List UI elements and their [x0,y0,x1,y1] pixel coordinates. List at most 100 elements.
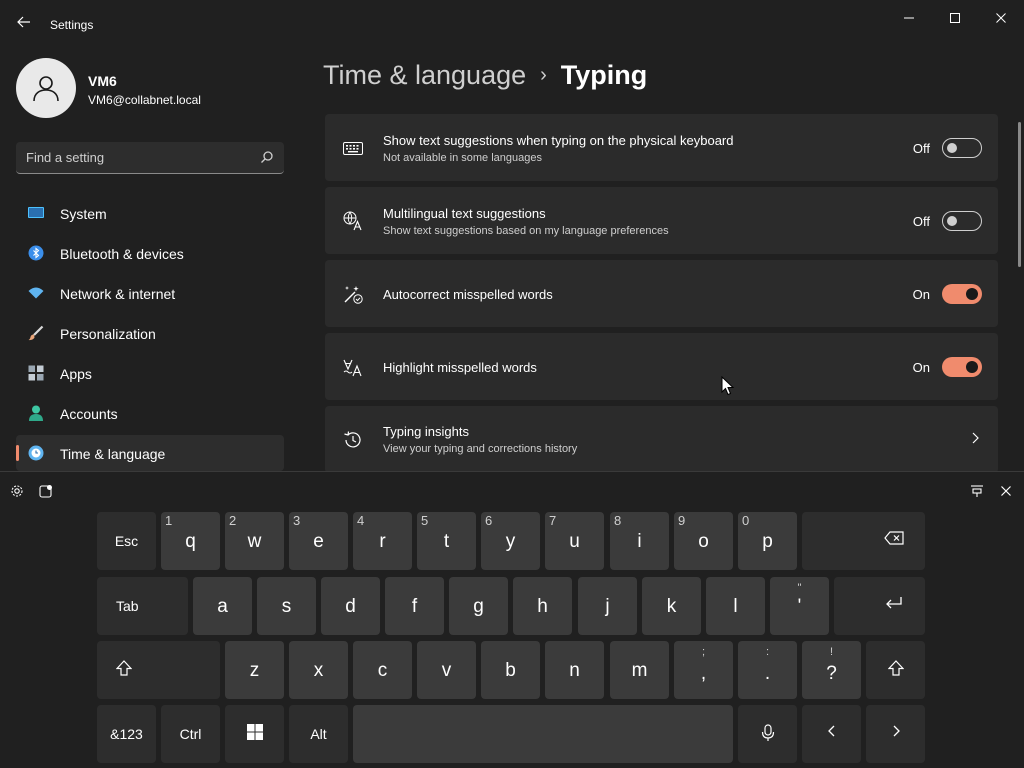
settings-gear-icon[interactable] [7,481,27,501]
key-h[interactable]: h [513,577,572,635]
breadcrumb-separator: › [540,64,547,86]
key-n[interactable]: n [545,641,604,699]
keyboard-icon [343,142,363,155]
key-l[interactable]: l [706,577,765,635]
sidebar-item-network[interactable]: Network & internet [16,275,284,311]
toggle-state-label: Off [912,214,930,229]
emoji-panel-icon[interactable] [36,481,56,501]
physical-keyboard-suggestions-toggle[interactable] [942,138,982,158]
key-b[interactable]: b [481,641,540,699]
minimize-icon[interactable] [886,8,932,28]
sidebar-item-accounts[interactable]: Accounts [16,395,284,431]
autocorrect-toggle[interactable] [942,284,982,304]
sidebar-item-time-language[interactable]: Time & language [16,435,284,471]
setting-title: Typing insights [383,424,469,439]
app-title: Settings [50,18,94,32]
highlight-text-icon [343,359,362,377]
key-period[interactable]: :. [738,641,797,699]
key-y[interactable]: 6y [481,512,540,570]
key-w[interactable]: 2w [225,512,284,570]
windows-logo-icon [225,724,284,740]
key-m[interactable]: m [610,641,669,699]
key-comma[interactable]: ;, [674,641,733,699]
setting-title: Highlight misspelled words [383,360,537,375]
maximize-icon[interactable] [932,8,978,28]
setting-title: Show text suggestions when typing on the… [383,133,734,148]
key-q[interactable]: 1q [161,512,220,570]
key-x[interactable]: x [289,641,348,699]
back-arrow-icon[interactable] [14,14,34,34]
key-alt[interactable]: Alt [289,705,348,763]
setting-title: Autocorrect misspelled words [383,287,553,302]
sidebar-item-label: System [60,206,107,222]
key-backspace[interactable] [802,512,925,570]
sidebar-item-apps[interactable]: Apps [16,355,284,391]
sidebar-item-system[interactable]: System [16,195,284,231]
key-space[interactable] [353,705,733,763]
scrollbar[interactable] [1018,122,1021,267]
key-a[interactable]: a [193,577,252,635]
sidebar-item-label: Personalization [60,326,156,342]
touch-keyboard: Esc 1q 2w 3e 4r 5t 6y 7u 8i 9o 0p Tab a … [0,471,1024,768]
key-g[interactable]: g [449,577,508,635]
key-j[interactable]: j [578,577,637,635]
language-icon [343,211,362,231]
key-arrow-left[interactable] [802,705,861,763]
key-z[interactable]: z [225,641,284,699]
breadcrumb-parent[interactable]: Time & language [323,60,526,90]
key-apostrophe[interactable]: " ' [770,577,829,635]
dock-icon[interactable] [967,481,987,501]
key-f[interactable]: f [385,577,444,635]
key-enter[interactable] [834,577,925,635]
setting-typing-insights[interactable]: Typing insights View your typing and cor… [325,406,998,473]
wifi-icon [28,287,44,299]
key-esc[interactable]: Esc [97,512,156,570]
search-icon[interactable] [260,150,274,169]
title-bar: Settings [0,0,1024,50]
sidebar-item-bluetooth[interactable]: Bluetooth & devices [16,235,284,271]
chevron-right-icon [866,724,925,738]
key-k[interactable]: k [642,577,701,635]
autocorrect-icon [344,286,363,304]
bluetooth-icon [28,245,44,261]
sidebar-item-label: Accounts [60,406,118,422]
shift-icon [97,660,150,676]
setting-highlight-misspelled: Highlight misspelled words On [325,333,998,400]
key-shift-left[interactable] [97,641,220,699]
key-e[interactable]: 3e [289,512,348,570]
key-microphone[interactable] [738,705,797,763]
sidebar-item-personalization[interactable]: Personalization [16,315,284,351]
setting-subtitle: Not available in some languages [383,152,542,164]
key-p[interactable]: 0p [738,512,797,570]
key-u[interactable]: 7u [545,512,604,570]
toggle-state-label: Off [912,141,930,156]
key-v[interactable]: v [417,641,476,699]
key-symbols[interactable]: &123 [97,705,156,763]
profile-name: VM6 [88,73,117,89]
key-arrow-right[interactable] [866,705,925,763]
multilingual-suggestions-toggle[interactable] [942,211,982,231]
highlight-misspelled-toggle[interactable] [942,357,982,377]
key-tab[interactable]: Tab [97,577,188,635]
page-title: Typing [560,60,648,90]
key-windows[interactable] [225,705,284,763]
key-r[interactable]: 4r [353,512,412,570]
key-t[interactable]: 5t [417,512,476,570]
search-box[interactable]: Find a setting [16,142,284,174]
close-icon[interactable] [978,8,1024,28]
sidebar-item-label: Bluetooth & devices [60,246,184,262]
key-d[interactable]: d [321,577,380,635]
chevron-left-icon [802,724,861,738]
key-ctrl[interactable]: Ctrl [161,705,220,763]
shift-icon [866,660,925,676]
brush-icon [28,325,44,341]
key-question[interactable]: !? [802,641,861,699]
key-c[interactable]: c [353,641,412,699]
key-o[interactable]: 9o [674,512,733,570]
key-i[interactable]: 8i [610,512,669,570]
key-s[interactable]: s [257,577,316,635]
mouse-cursor-icon [721,376,735,396]
close-icon[interactable] [996,481,1016,501]
key-shift-right[interactable] [866,641,925,699]
search-input[interactable]: Find a setting [26,150,104,165]
